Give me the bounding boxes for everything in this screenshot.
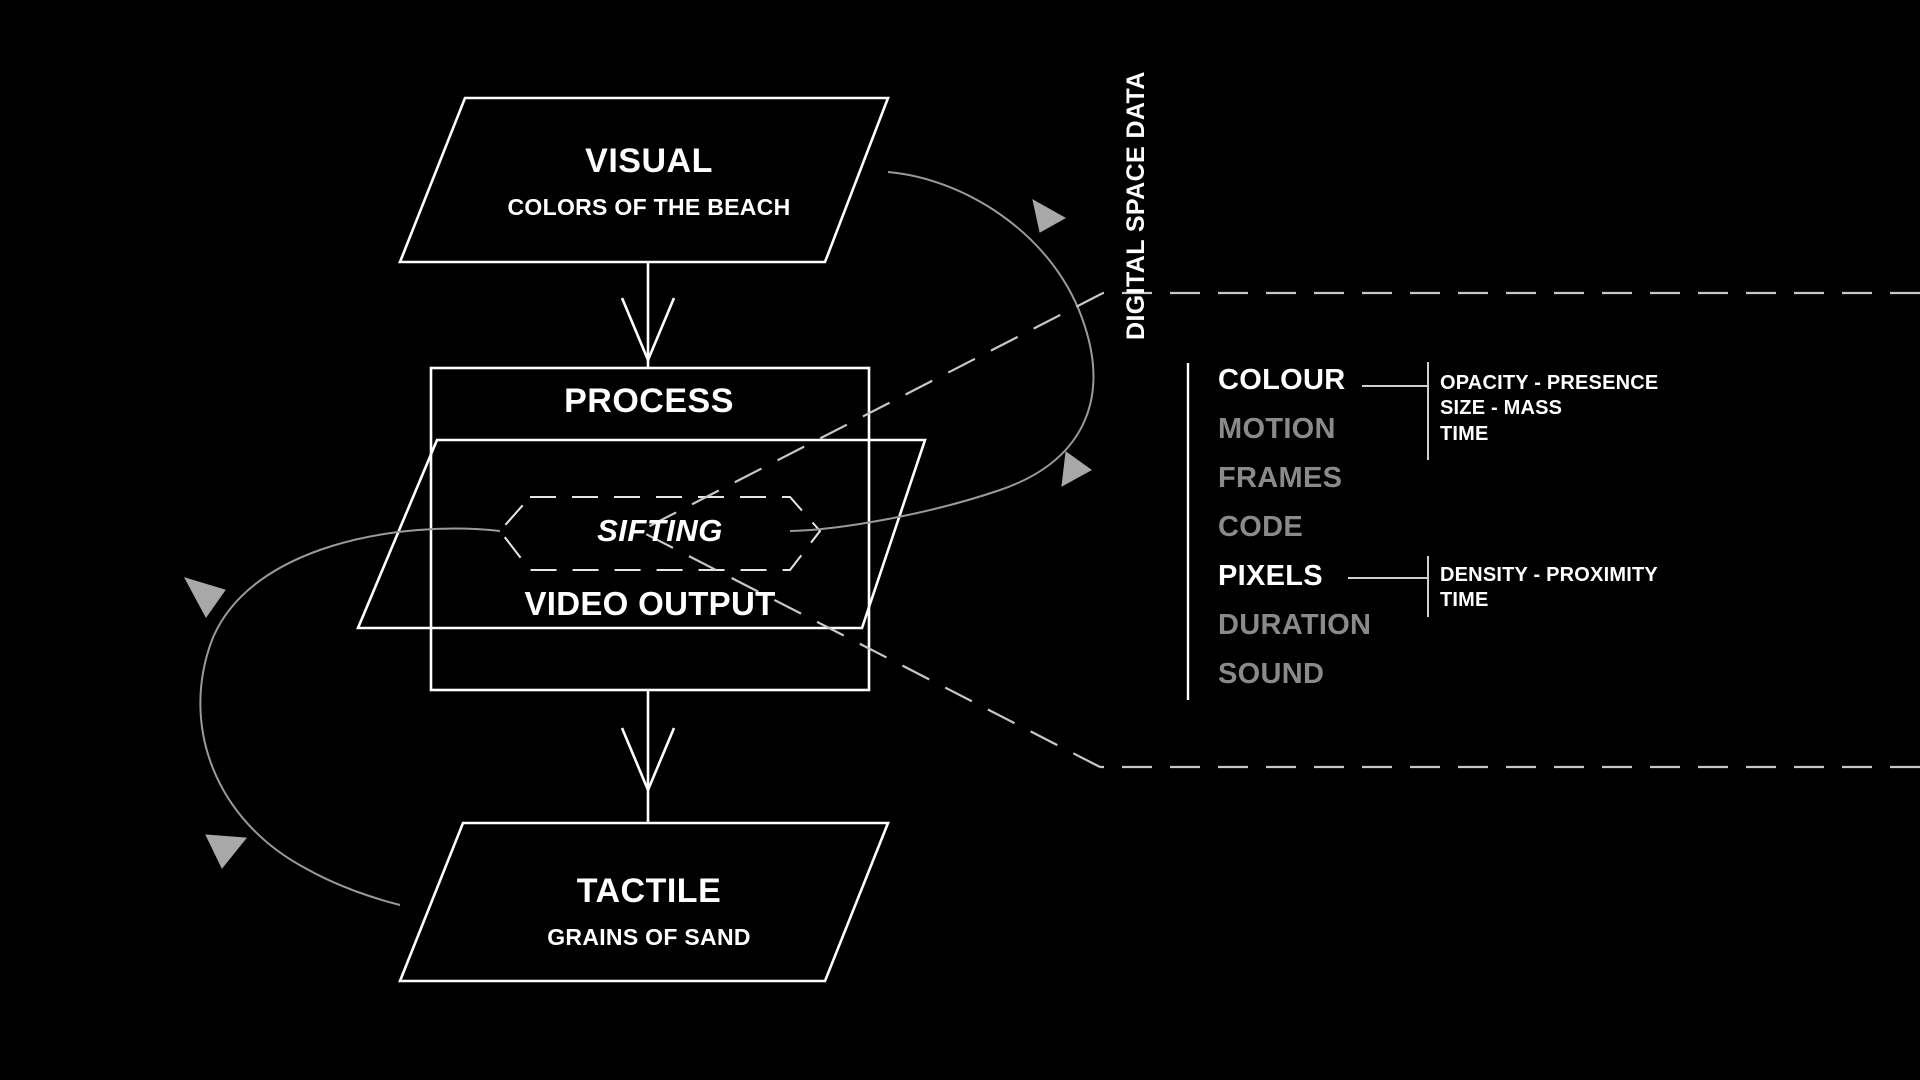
digital-space-data-list: COLOUR MOTION FRAMES CODE PIXELS DURATIO…: [1218, 366, 1428, 709]
feedback-curve-right-arrowhead-lower: [1061, 451, 1092, 487]
data-item-frames[interactable]: FRAMES: [1218, 464, 1428, 493]
feedback-curve-left-arrowhead-upper: [183, 577, 226, 618]
panel-dashed-connector-upper: [639, 292, 1104, 532]
colour-annotation-time: TIME: [1440, 422, 1489, 445]
sifting-node-shape: [498, 496, 822, 571]
process-node-shape: [429, 366, 871, 692]
feedback-curve-right-arrowhead-upper: [1032, 199, 1067, 233]
visual-node-shape: [398, 96, 890, 264]
pixels-annotation-group: DENSITY - PROXIMITY TIME: [1440, 563, 1658, 614]
data-item-motion[interactable]: MOTION: [1218, 415, 1428, 444]
data-item-sound[interactable]: SOUND: [1218, 660, 1428, 689]
data-item-pixels[interactable]: PIXELS: [1218, 562, 1428, 591]
diagram-vector-layer: [183, 96, 1920, 983]
feedback-curve-left: [199, 527, 501, 906]
data-item-duration[interactable]: DURATION: [1218, 611, 1428, 640]
diagram-canvas: VISUAL COLORS OF THE BEACH PROCESS SIFTI…: [0, 0, 1920, 1080]
tactile-node-shape: [398, 821, 890, 983]
video-output-node-shape: [356, 438, 927, 630]
data-item-code[interactable]: CODE: [1218, 513, 1428, 542]
pixels-annotation-time: TIME: [1440, 589, 1489, 612]
data-item-colour[interactable]: COLOUR: [1218, 366, 1428, 395]
colour-annotation-size: SIZE - MASS: [1440, 397, 1563, 420]
pixels-annotation-density: DENSITY - PROXIMITY: [1440, 564, 1658, 586]
colour-annotation-group: OPACITY - PRESENCE SIZE - MASS TIME: [1440, 371, 1658, 447]
feedback-curve-left-arrowhead-lower: [205, 834, 247, 869]
panel-vertical-label: DIGITAL SPACE DATA: [1122, 71, 1150, 340]
colour-annotation-opacity: OPACITY - PRESENCE: [1440, 372, 1659, 394]
